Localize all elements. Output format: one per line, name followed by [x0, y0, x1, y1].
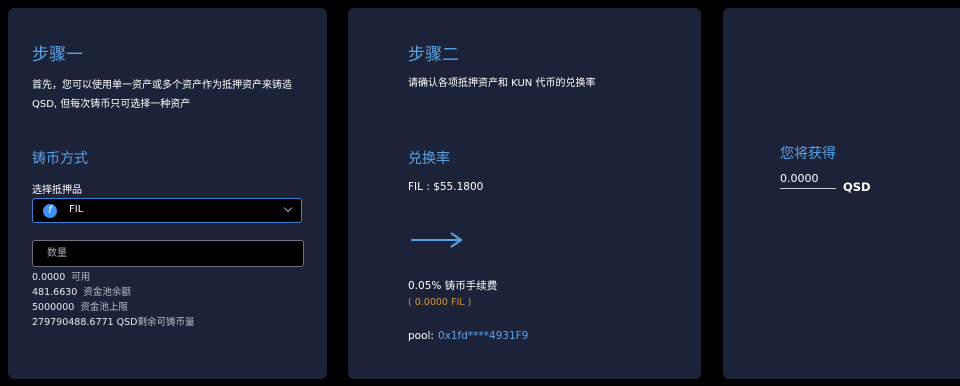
- step-one-card: 步骤一 首先，您可以使用单一资产或多个资产作为抵押资产来铸造 QSD, 但每次铸…: [8, 8, 327, 379]
- stat-available: 0.0000 可用: [32, 269, 90, 283]
- quantity-input[interactable]: [32, 240, 304, 267]
- arrow-right-icon: [411, 232, 463, 248]
- step-three-card: 您将获得 0.0000 QSD: [723, 8, 960, 379]
- stat-label: 资金池余额: [83, 287, 131, 298]
- stat-value: 279790488.6771 QSD: [32, 317, 138, 328]
- stat-pool-balance: 481.6630 资金池余额: [32, 284, 131, 298]
- stat-remaining-mintable: 279790488.6771 QSD剩余可铸币量: [32, 314, 194, 328]
- stat-label: 剩余可铸币量: [137, 317, 195, 328]
- mint-fee: 0.05% 铸币手续费: [408, 280, 498, 292]
- exchange-rate-heading: 兑换率: [408, 151, 450, 167]
- pool-address-link[interactable]: 0x1fd****4931F9: [438, 330, 528, 342]
- exchange-rate-value: FIL : $55.1800: [408, 181, 484, 193]
- collateral-select[interactable]: f FIL: [32, 198, 302, 223]
- stat-value: 0.0000: [32, 272, 66, 283]
- step-one-description: 首先，您可以使用单一资产或多个资产作为抵押资产来铸造 QSD, 但每次铸币只可选…: [32, 80, 292, 110]
- step-two-title: 步骤二: [408, 45, 459, 65]
- stat-label: 可用: [71, 272, 91, 283]
- mint-method-heading: 铸币方式: [32, 151, 88, 167]
- stat-pool-limit: 5000000 资金池上限: [32, 299, 128, 313]
- filecoin-icon: f: [43, 204, 57, 218]
- chevron-down-icon: [283, 203, 293, 213]
- step-two-card: 步骤二 请确认各项抵押资产和 KUN 代币的兑换率 兑换率 FIL : $55.…: [348, 8, 701, 379]
- stat-value: 481.6630: [32, 287, 78, 298]
- collateral-label: 选择抵押品: [32, 185, 82, 196]
- you-will-receive-heading: 您将获得: [780, 146, 836, 162]
- receive-amount: 0.0000: [780, 172, 836, 189]
- mint-fee-amount: ( 0.0000 FIL ): [408, 297, 472, 308]
- step-one-title: 步骤一: [32, 45, 83, 65]
- pool-label: pool:: [408, 330, 434, 342]
- collateral-selected-value: FIL: [69, 204, 84, 215]
- receive-unit: QSD: [843, 180, 871, 194]
- step-two-description: 请确认各项抵押资产和 KUN 代币的兑换率: [408, 78, 596, 89]
- stat-value: 5000000: [32, 302, 75, 313]
- pool-info: pool: 0x1fd****4931F9: [408, 330, 528, 342]
- stat-label: 资金池上限: [80, 302, 128, 313]
